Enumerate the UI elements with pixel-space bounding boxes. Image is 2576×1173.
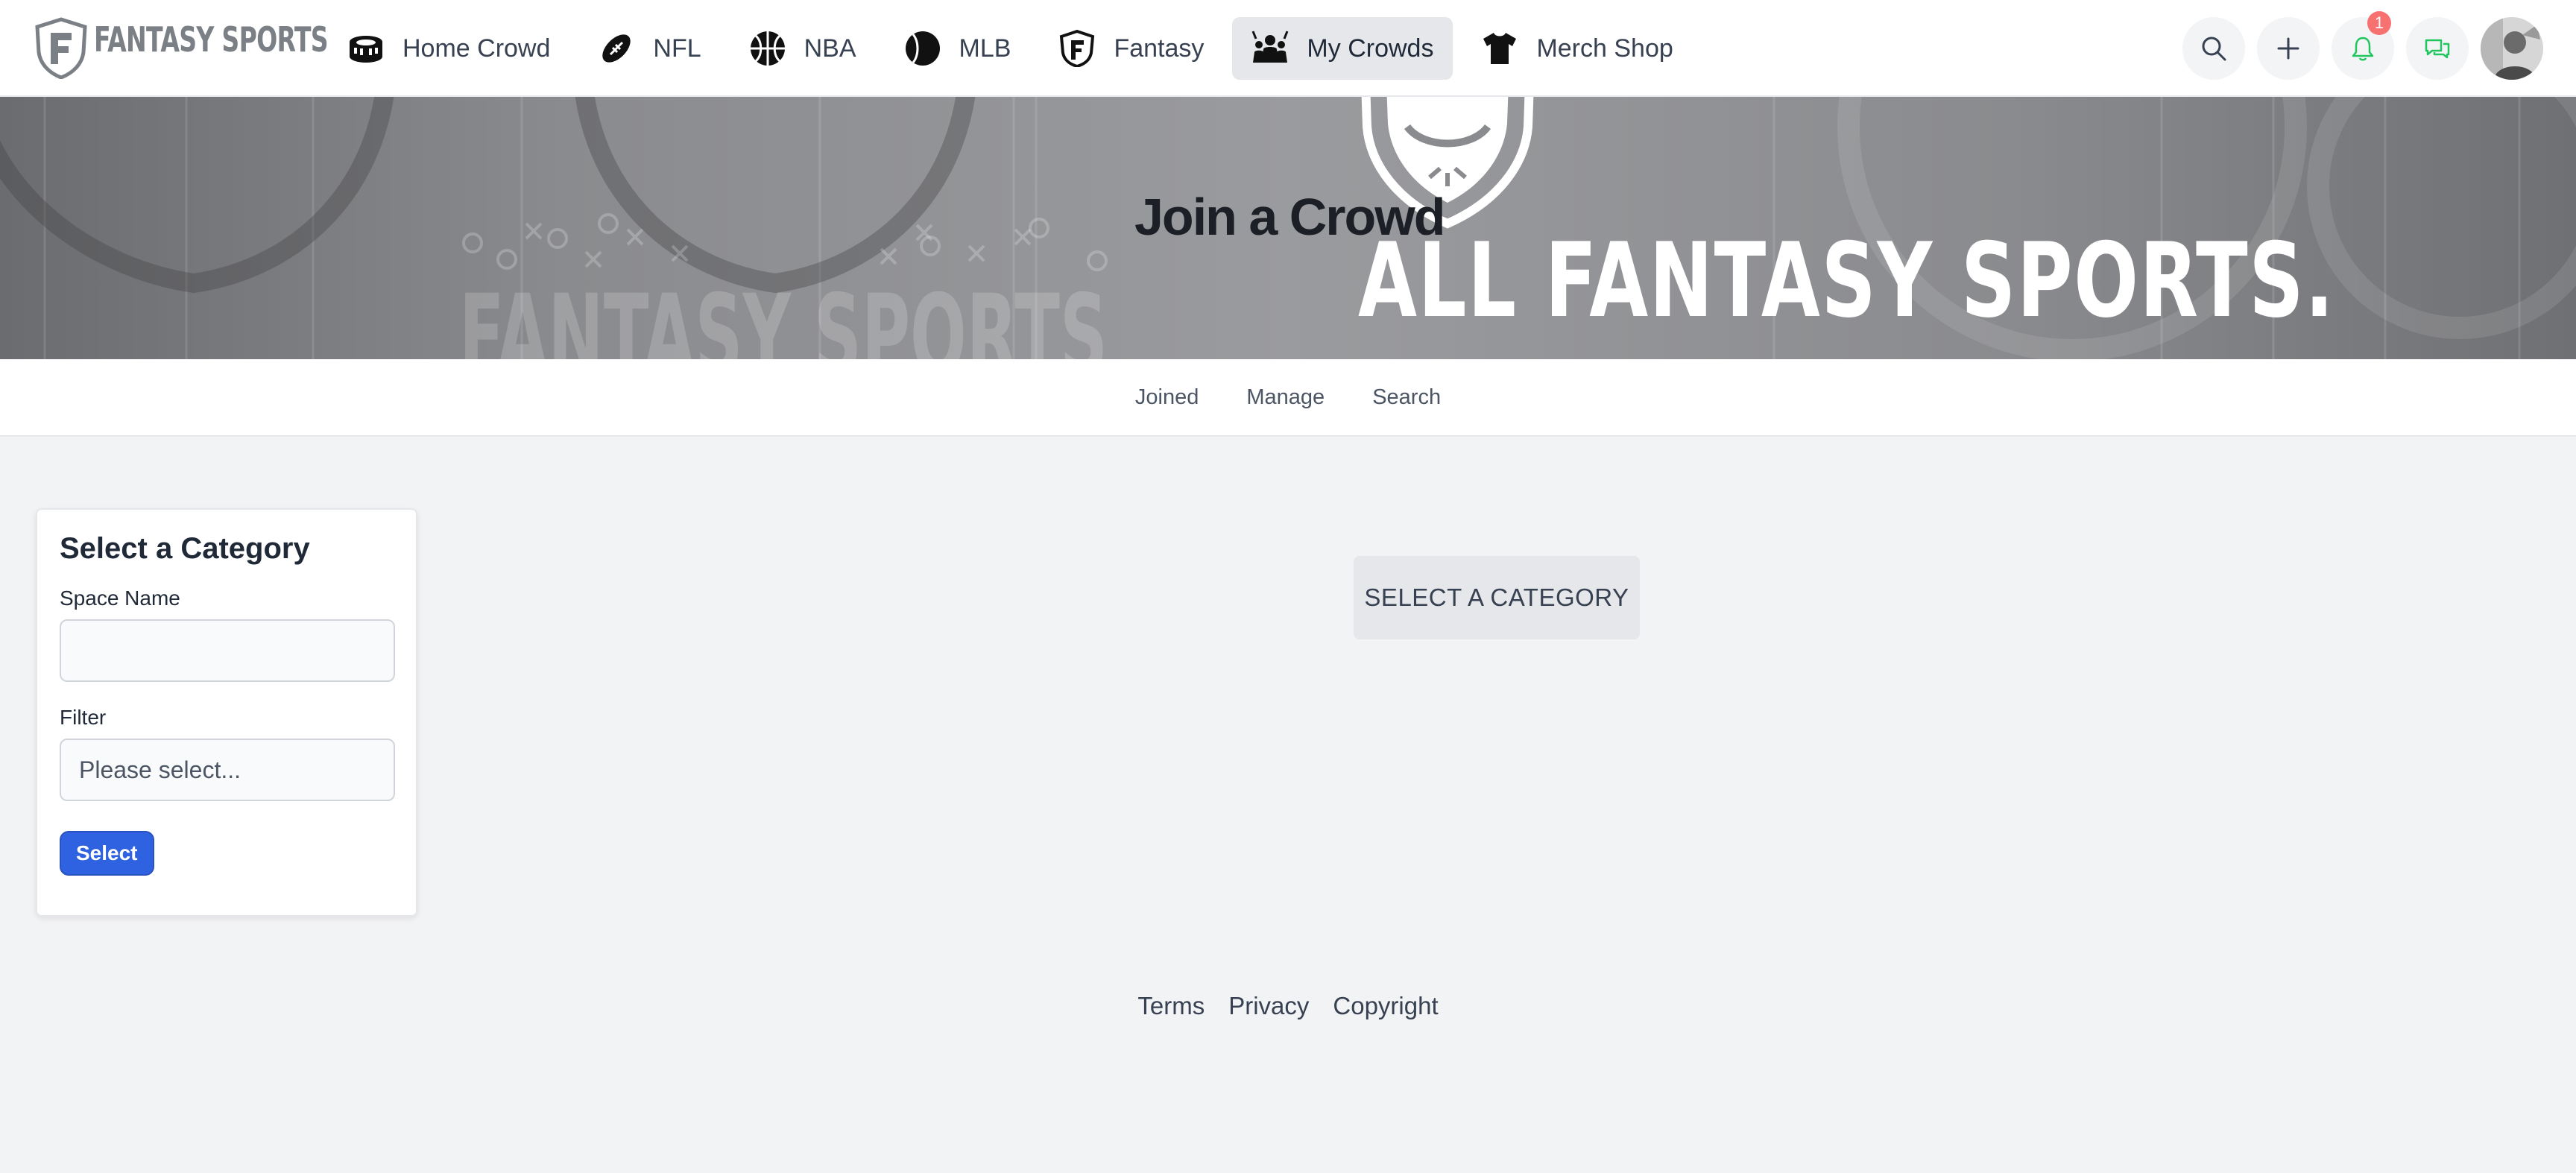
fantasy-shield-icon <box>1060 30 1095 67</box>
footer-terms-link[interactable]: Terms <box>1137 992 1205 1020</box>
nav-item-home-crowd[interactable]: Home Crowd <box>328 17 569 80</box>
crowd-icon <box>1252 31 1289 63</box>
crowd-subnav: Joined Manage Search <box>0 359 2576 437</box>
nav-label: MLB <box>959 34 1011 63</box>
baseball-icon <box>905 31 940 66</box>
chat-icon <box>2425 39 2450 59</box>
filter-select[interactable]: Please select... <box>60 739 395 801</box>
footer-copyright-link[interactable]: Copyright <box>1333 992 1438 1020</box>
stadium-icon <box>350 36 382 63</box>
avatar-image <box>2481 17 2543 80</box>
filter-label: Filter <box>60 706 107 729</box>
brand-name: FANTASY SPORTS <box>94 19 329 60</box>
nav-label: Fantasy <box>1114 34 1205 63</box>
nav-label: Merch Shop <box>1536 34 1673 63</box>
nav-label: NBA <box>804 34 856 63</box>
user-avatar[interactable] <box>2481 17 2543 80</box>
nav-item-fantasy[interactable]: Fantasy <box>1039 17 1223 80</box>
nav-label: NFL <box>653 34 701 63</box>
messages-button[interactable] <box>2406 17 2469 80</box>
category-form-title: Select a Category <box>60 532 310 565</box>
banner-tagline: ALL FANTASY SPORTS. <box>1358 221 2335 341</box>
navbar-actions: 1 <box>2182 11 2543 80</box>
notification-count-badge: 1 <box>2367 11 2391 35</box>
select-button[interactable]: Select <box>60 831 154 876</box>
banner-watermark: FANTASY SPORTS <box>459 271 1108 359</box>
notifications-button[interactable]: 1 <box>2332 11 2394 80</box>
top-navbar: FANTASY SPORTS Home Crowd NFL NBA MLB Fa… <box>0 0 2576 97</box>
basketball-icon <box>750 31 785 66</box>
nav-label: My Crowds <box>1307 34 1434 63</box>
category-form-card: Select a Category Space Name Filter Plea… <box>36 508 417 917</box>
nav-item-merch-shop[interactable]: Merch Shop <box>1462 17 1692 80</box>
filter-select-placeholder: Please select... <box>79 756 241 783</box>
nav-item-mlb[interactable]: MLB <box>885 17 1031 80</box>
bell-icon <box>2352 37 2374 61</box>
create-button[interactable] <box>2257 17 2320 80</box>
nav-item-nba[interactable]: NBA <box>730 17 876 80</box>
shield-logo-icon <box>35 17 87 79</box>
subnav-search[interactable]: Search <box>1372 385 1441 410</box>
main-nav: Home Crowd NFL NBA MLB Fantasy My Crowds… <box>328 17 1693 80</box>
football-icon <box>602 34 631 63</box>
nav-item-nfl[interactable]: NFL <box>578 17 720 80</box>
subnav-joined[interactable]: Joined <box>1135 385 1199 410</box>
tshirt-icon <box>1483 33 1517 64</box>
select-category-placeholder: SELECT A CATEGORY <box>1354 556 1640 639</box>
page-title: Join a Crowd <box>1134 188 1445 246</box>
search-button[interactable] <box>2182 17 2245 80</box>
nav-item-my-crowds[interactable]: My Crowds <box>1232 17 1453 80</box>
space-name-input[interactable] <box>60 619 395 682</box>
footer-privacy-link[interactable]: Privacy <box>1228 992 1309 1020</box>
plus-icon <box>2277 37 2299 60</box>
hero-banner: FANTASY SPORTS ALL FANTASY SPORTS. Join … <box>0 97 2576 359</box>
nav-label: Home Crowd <box>402 34 551 63</box>
subnav-manage[interactable]: Manage <box>1246 385 1325 410</box>
space-name-label: Space Name <box>60 586 180 610</box>
footer: Terms Privacy Copyright <box>0 984 2576 1028</box>
search-icon <box>2202 37 2226 61</box>
